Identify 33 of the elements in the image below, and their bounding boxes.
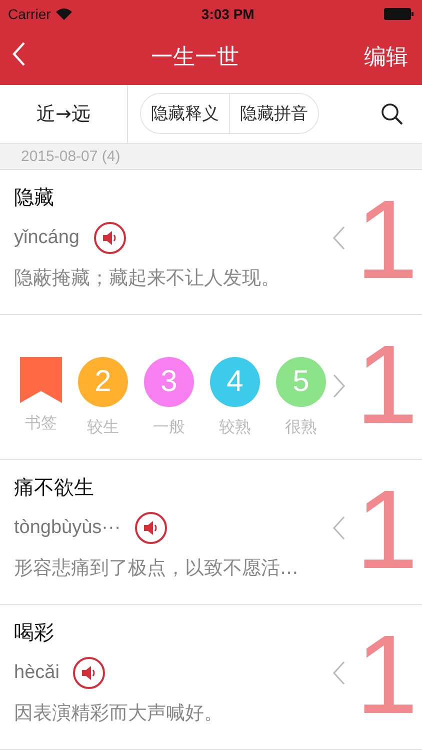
rank-number: 1 bbox=[356, 184, 418, 296]
edit-button[interactable]: 编辑 bbox=[364, 42, 408, 72]
chevron-left-icon bbox=[332, 515, 346, 541]
word-title: 喝彩 bbox=[14, 619, 55, 646]
battery-icon bbox=[384, 8, 414, 20]
definition-text: 因表演精彩而大声喊好。 bbox=[14, 701, 224, 726]
chevron-right-icon bbox=[332, 373, 346, 399]
rank-number: 1 bbox=[356, 619, 418, 731]
speaker-icon bbox=[100, 230, 118, 246]
definition-text: 形容悲痛到了极点，以致不愿活... bbox=[14, 556, 300, 581]
speaker-button[interactable] bbox=[73, 657, 106, 689]
speaker-button[interactable] bbox=[94, 222, 126, 254]
chevron-left-icon bbox=[332, 225, 346, 251]
carrier-label: Carrier bbox=[8, 6, 51, 22]
search-button[interactable] bbox=[380, 102, 404, 126]
word-row[interactable]: 痛不欲生 tòngbùyùs··· 形容悲痛到了极点，以致不愿活... 1 bbox=[0, 460, 422, 605]
pinyin-text: hècǎi bbox=[14, 662, 60, 684]
section-header: 2015-08-07 (4) bbox=[0, 144, 422, 170]
word-row[interactable]: 喝彩 hècǎi 因表演精彩而大声喊好。 1 bbox=[0, 605, 422, 750]
rank-number: 1 bbox=[356, 329, 418, 441]
rank-number: 1 bbox=[356, 474, 418, 586]
word-row[interactable]: 隐藏 yǐncáng 隐蔽掩藏；藏起来不让人发现。 1 bbox=[0, 170, 422, 315]
chevron-left-icon bbox=[332, 660, 346, 686]
speaker-button[interactable] bbox=[134, 512, 167, 544]
word-title: 痛不欲生 bbox=[14, 474, 95, 501]
word-title: 隐藏 bbox=[14, 184, 55, 211]
pinyin-text: yǐncáng bbox=[14, 227, 80, 249]
pinyin-text: tòngbùyùs··· bbox=[14, 517, 121, 539]
status-time: 3:03 PM bbox=[201, 6, 254, 22]
wifi-icon bbox=[56, 8, 72, 20]
nav-title: 一生一世 bbox=[151, 42, 239, 70]
definition-text: 隐蔽掩藏；藏起来不让人发现。 bbox=[14, 266, 281, 291]
toggle-button[interactable]: 隐藏拼音 bbox=[229, 94, 318, 134]
